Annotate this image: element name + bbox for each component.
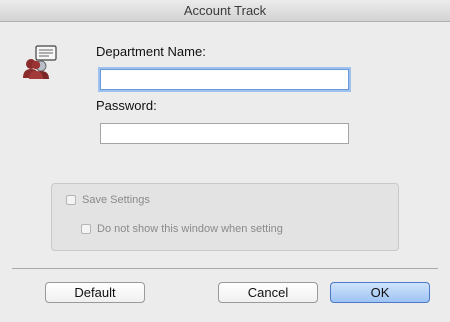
cancel-button[interactable]: Cancel bbox=[218, 282, 318, 303]
default-button[interactable]: Default bbox=[45, 282, 145, 303]
department-name-label: Department Name: bbox=[96, 44, 206, 59]
save-settings-checkbox-box[interactable] bbox=[66, 195, 76, 205]
settings-group: Save Settings Do not show this window wh… bbox=[51, 183, 399, 251]
do-not-show-checkbox-box[interactable] bbox=[81, 224, 91, 234]
department-name-field[interactable] bbox=[100, 69, 349, 90]
do-not-show-label: Do not show this window when setting bbox=[97, 223, 283, 235]
save-settings-checkbox[interactable]: Save Settings bbox=[66, 194, 150, 206]
separator bbox=[12, 268, 438, 269]
password-field[interactable] bbox=[100, 123, 349, 144]
password-label: Password: bbox=[96, 98, 157, 113]
do-not-show-checkbox[interactable]: Do not show this window when setting bbox=[81, 223, 283, 235]
window-titlebar[interactable]: Account Track bbox=[0, 0, 450, 22]
account-track-users-icon bbox=[22, 44, 58, 80]
dialog-content: Department Name: Password: Save Settings… bbox=[0, 22, 450, 322]
save-settings-label: Save Settings bbox=[82, 194, 150, 206]
window-title: Account Track bbox=[183, 3, 267, 18]
ok-button[interactable]: OK bbox=[330, 282, 430, 303]
